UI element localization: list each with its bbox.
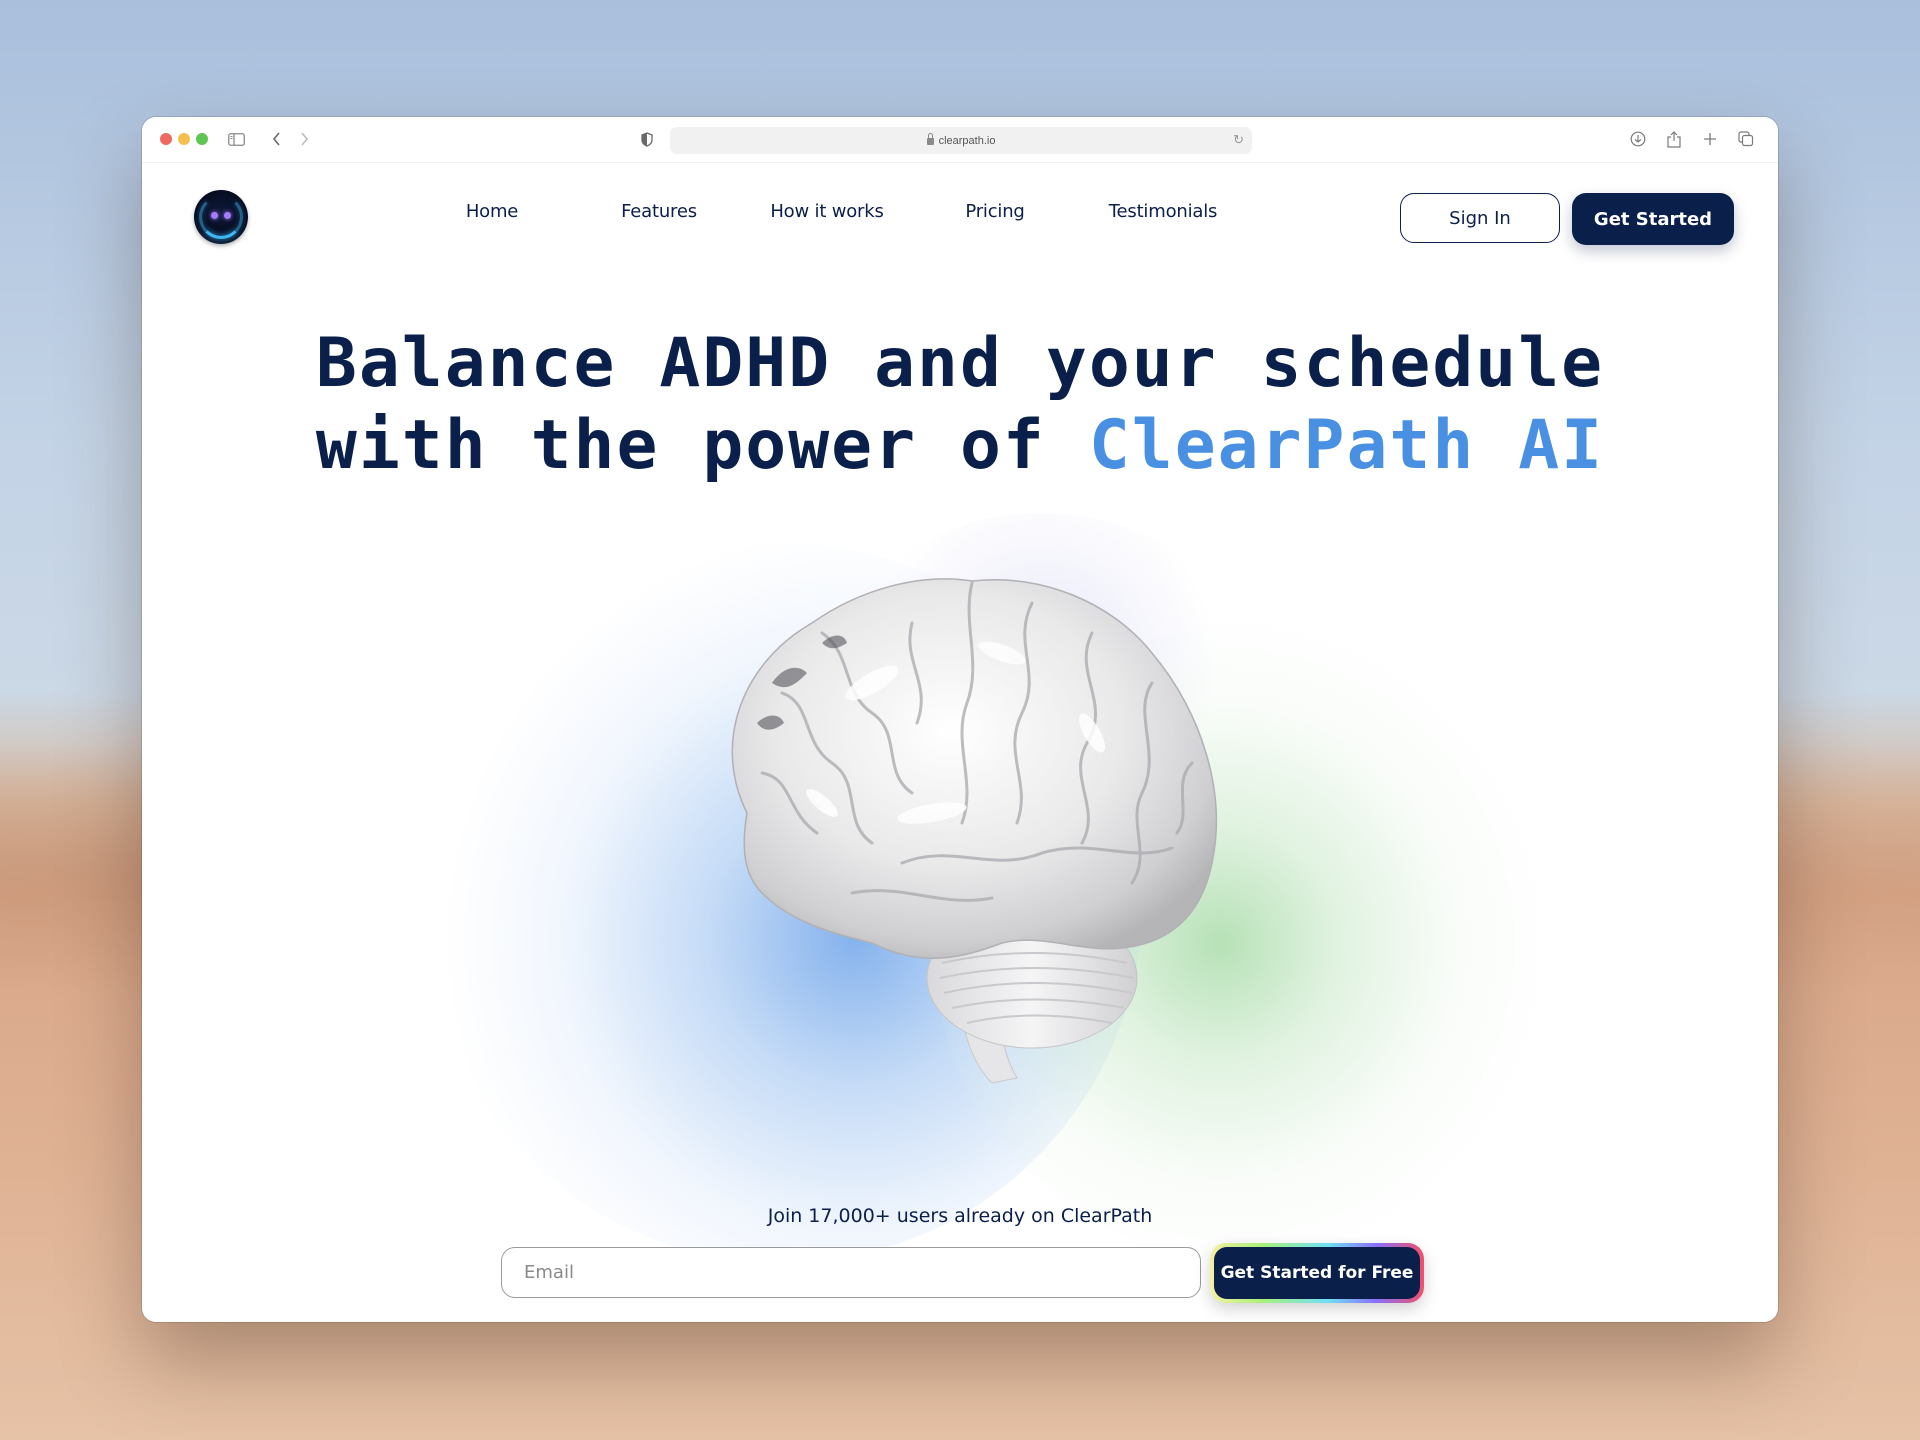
nav-testimonials[interactable]: Testimonials xyxy=(1109,201,1218,222)
logo-eye-right xyxy=(224,212,231,219)
glossy-brain-illustration xyxy=(731,578,1218,1084)
chevron-left-icon[interactable] xyxy=(268,127,284,151)
robot-face-logo[interactable] xyxy=(194,190,248,244)
plus-icon[interactable] xyxy=(1700,127,1720,151)
social-proof-text: Join 17,000+ users already on ClearPath xyxy=(767,1205,1153,1227)
sign-in-button[interactable]: Sign In xyxy=(1400,193,1560,243)
sidebar-icon[interactable] xyxy=(226,127,246,151)
get-started-button[interactable]: Get Started xyxy=(1572,193,1734,245)
logo-smile xyxy=(199,195,243,239)
hero-headline: Balance ADHD and your schedule with the … xyxy=(142,323,1778,487)
headline-accent: ClearPath AI xyxy=(1088,406,1605,485)
email-input[interactable] xyxy=(501,1247,1201,1298)
browser-toolbar: clearpath.io ↻ xyxy=(142,117,1778,163)
url-text: clearpath.io xyxy=(938,134,996,147)
shield-icon[interactable] xyxy=(639,127,655,151)
nav-home[interactable]: Home xyxy=(466,201,519,222)
landing-page: Home Features How it works Pricing Testi… xyxy=(142,163,1778,1322)
headline-line-2: with the power of xyxy=(315,406,1089,485)
minimize-window-button[interactable] xyxy=(178,133,190,145)
close-window-button[interactable] xyxy=(160,133,172,145)
share-icon[interactable] xyxy=(1664,127,1684,151)
get-started-free-button[interactable]: Get Started for Free xyxy=(1210,1243,1424,1303)
maximize-window-button[interactable] xyxy=(196,133,208,145)
reload-icon[interactable]: ↻ xyxy=(1233,132,1244,148)
nav-how-it-works[interactable]: How it works xyxy=(770,201,884,222)
browser-window: clearpath.io ↻ Home Features How it work… xyxy=(142,117,1778,1322)
logo-eye-left xyxy=(211,212,218,219)
lock-icon xyxy=(926,133,934,145)
get-started-free-label[interactable]: Get Started for Free xyxy=(1214,1247,1420,1299)
download-icon[interactable] xyxy=(1628,127,1648,151)
chevron-right-icon[interactable] xyxy=(296,127,312,151)
nav-pricing[interactable]: Pricing xyxy=(965,201,1024,222)
headline-line-1: Balance ADHD and your schedule xyxy=(315,324,1605,403)
tabs-overview-icon[interactable] xyxy=(1736,127,1756,151)
address-bar[interactable]: clearpath.io ↻ xyxy=(670,127,1252,154)
nav-features[interactable]: Features xyxy=(621,201,697,222)
